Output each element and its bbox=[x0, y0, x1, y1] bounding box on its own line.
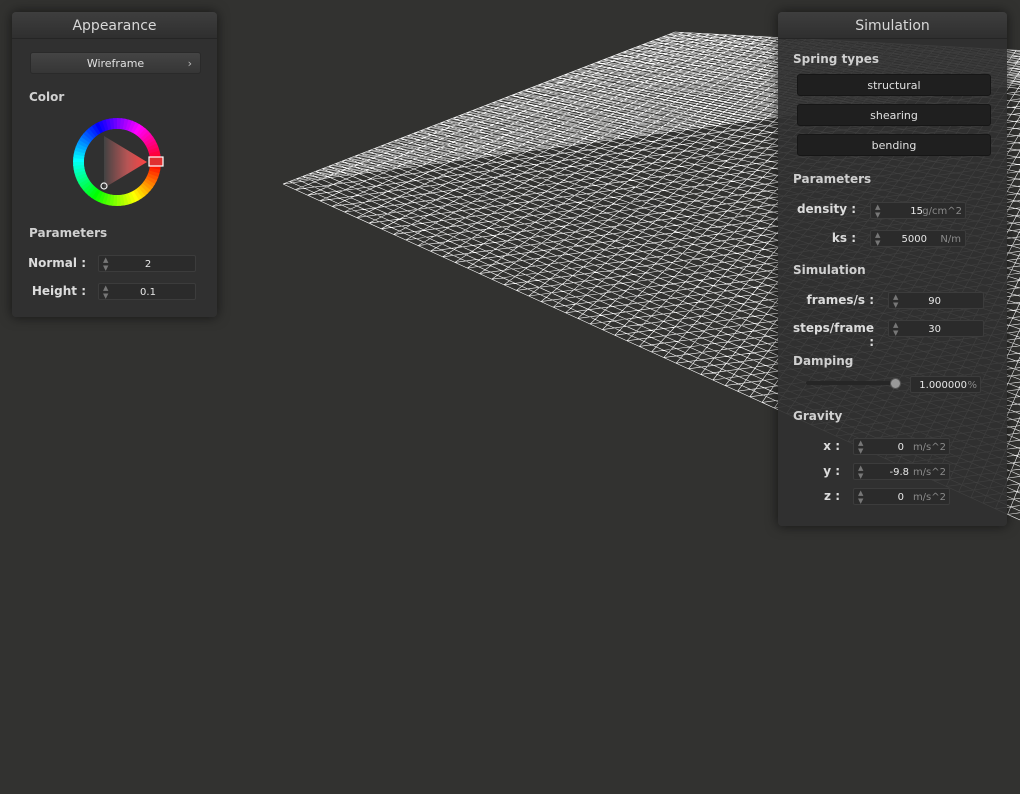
ks-unit: N/m bbox=[940, 234, 961, 245]
density-value: 15 bbox=[910, 206, 923, 217]
gravity-y-unit: m/s^2 bbox=[912, 467, 946, 478]
chevron-right-icon: › bbox=[187, 57, 192, 70]
frames-per-second-label: frames/s : bbox=[806, 293, 874, 307]
appearance-parameters-label: Parameters bbox=[29, 226, 108, 240]
damping-input[interactable]: 1.000000 % bbox=[910, 376, 981, 393]
gravity-x-unit: m/s^2 bbox=[912, 442, 946, 453]
damping-label: Damping bbox=[793, 354, 854, 368]
render-mode-dropdown[interactable]: Wireframe › bbox=[30, 52, 201, 74]
damping-slider-track[interactable] bbox=[806, 381, 894, 385]
ks-input[interactable]: ▲ ▼ 5000 N/m bbox=[870, 230, 966, 247]
structural-spring-button[interactable]: structural bbox=[797, 74, 991, 96]
gravity-y-label: y : bbox=[823, 464, 840, 478]
damping-slider-handle[interactable] bbox=[890, 378, 901, 389]
steps-per-frame-label: steps/frame : bbox=[792, 321, 874, 349]
density-unit: g/cm^2 bbox=[922, 206, 962, 217]
density-input[interactable]: ▲ ▼ 15 g/cm^2 bbox=[870, 202, 966, 219]
spinner-icon[interactable]: ▲ ▼ bbox=[858, 489, 863, 505]
normal-label: Normal : bbox=[28, 256, 86, 270]
steps-per-frame-input[interactable]: ▲ ▼ 30 bbox=[888, 320, 984, 337]
height-input[interactable]: ▲ ▼ 0.1 bbox=[98, 283, 196, 300]
gravity-z-input[interactable]: ▲ ▼ 0 m/s^2 bbox=[853, 488, 950, 505]
simulation-panel-title[interactable]: Simulation bbox=[778, 12, 1007, 39]
ks-label: ks : bbox=[831, 231, 856, 245]
normal-input[interactable]: ▲ ▼ 2 bbox=[98, 255, 196, 272]
spinner-icon[interactable]: ▲ ▼ bbox=[858, 439, 863, 455]
spinner-icon[interactable]: ▲ ▼ bbox=[875, 203, 880, 219]
color-wheel-icon[interactable] bbox=[69, 114, 165, 210]
ks-value: 5000 bbox=[901, 234, 927, 245]
gravity-x-label: x : bbox=[823, 439, 840, 453]
simulation-panel: Simulation Spring types structural shear… bbox=[778, 12, 1007, 526]
height-value: 0.1 bbox=[140, 287, 156, 298]
height-label: Height : bbox=[31, 284, 86, 298]
gravity-z-value: 0 bbox=[897, 492, 904, 503]
normal-value: 2 bbox=[144, 259, 152, 270]
density-label: density : bbox=[796, 202, 856, 216]
color-label: Color bbox=[29, 90, 65, 104]
gravity-x-input[interactable]: ▲ ▼ 0 m/s^2 bbox=[853, 438, 950, 455]
frames-per-second-value: 90 bbox=[928, 296, 941, 307]
spring-types-label: Spring types bbox=[793, 52, 880, 66]
simulation-parameters-label: Parameters bbox=[793, 172, 872, 186]
shearing-spring-button[interactable]: shearing bbox=[797, 104, 991, 126]
spinner-icon[interactable]: ▲ ▼ bbox=[893, 293, 898, 309]
spinner-icon[interactable]: ▲ ▼ bbox=[893, 321, 898, 337]
appearance-panel: Appearance Wireframe › Color Parameters … bbox=[12, 12, 217, 317]
gravity-y-input[interactable]: ▲ ▼ -9.8 m/s^2 bbox=[853, 463, 950, 480]
steps-per-frame-value: 30 bbox=[928, 324, 941, 335]
frames-per-second-input[interactable]: ▲ ▼ 90 bbox=[888, 292, 984, 309]
damping-unit: % bbox=[967, 380, 977, 391]
appearance-panel-title[interactable]: Appearance bbox=[12, 12, 217, 39]
gravity-z-unit: m/s^2 bbox=[912, 492, 946, 503]
render-mode-value: Wireframe bbox=[86, 57, 145, 70]
gravity-y-value: -9.8 bbox=[889, 467, 909, 478]
bending-spring-button[interactable]: bending bbox=[797, 134, 991, 156]
spinner-icon[interactable]: ▲ ▼ bbox=[858, 464, 863, 480]
spinner-icon[interactable]: ▲ ▼ bbox=[875, 231, 880, 247]
gravity-label: Gravity bbox=[793, 409, 843, 423]
simulation-subsection-label: Simulation bbox=[793, 263, 866, 277]
gravity-z-label: z : bbox=[824, 489, 840, 503]
damping-value: 1.000000 bbox=[919, 380, 967, 391]
gravity-x-value: 0 bbox=[897, 442, 904, 453]
